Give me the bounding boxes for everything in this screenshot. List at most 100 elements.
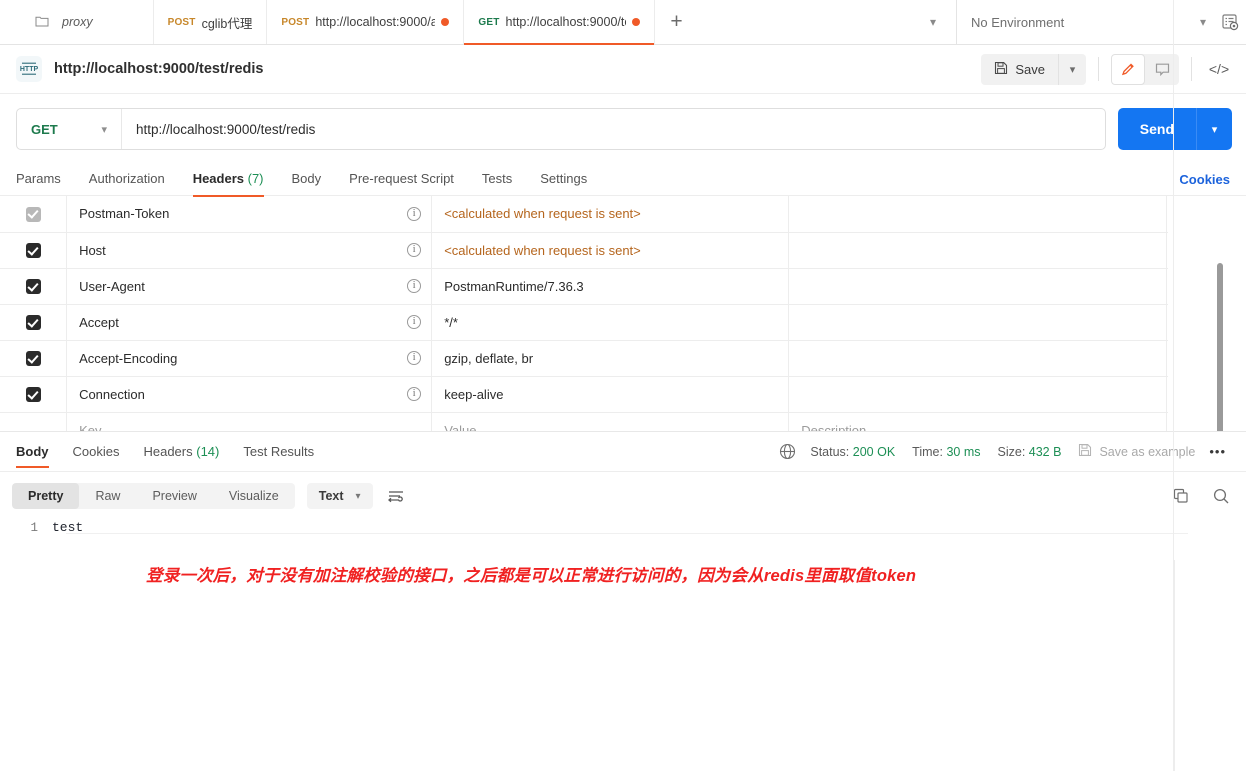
response-tab-test-results[interactable]: Test Results (243, 432, 314, 472)
info-icon[interactable]: i (407, 207, 421, 221)
save-as-example-button[interactable]: Save as example (1078, 443, 1195, 460)
table-row[interactable]: Host i <calculated when request is sent> (0, 232, 1168, 268)
row-enable-cell[interactable] (0, 304, 67, 340)
environment-selector[interactable]: No Environment ▾ (956, 0, 1246, 44)
code-icon[interactable]: </> (1204, 54, 1234, 85)
header-key-cell[interactable]: Host i (67, 232, 432, 268)
header-key-cell[interactable]: Accept-Encoding i (67, 340, 432, 376)
response-more-actions-button[interactable]: ••• (1209, 444, 1230, 459)
row-checkbox[interactable] (26, 207, 41, 222)
header-value-cell[interactable]: <calculated when request is sent> (432, 196, 789, 232)
row-enable-cell[interactable] (0, 232, 67, 268)
copy-icon[interactable] (1172, 487, 1190, 505)
info-icon[interactable]: i (407, 315, 421, 329)
info-icon[interactable]: i (407, 279, 421, 293)
tab-count: (14) (196, 444, 219, 459)
tab-request-cglib[interactable]: POST cglib代理 (154, 0, 268, 44)
send-button-group: Send ▾ (1118, 108, 1232, 150)
headers-table-scrollbar[interactable] (1217, 263, 1223, 432)
response-tab-cookies[interactable]: Cookies (73, 432, 120, 472)
header-key-cell[interactable]: User-Agent i (67, 268, 432, 304)
row-enable-cell[interactable] (0, 340, 67, 376)
save-button[interactable]: Save (981, 54, 1058, 85)
row-enable-cell[interactable] (0, 268, 67, 304)
tab-request-get-localhost[interactable]: GET http://localhost:9000/te (464, 0, 654, 44)
new-tab-button[interactable]: + (655, 0, 699, 44)
send-button[interactable]: Send (1118, 108, 1196, 150)
pencil-icon[interactable] (1111, 54, 1145, 85)
header-description-cell[interactable] (789, 196, 1168, 232)
response-format-select[interactable]: Text ▾ (307, 483, 373, 509)
new-key-input[interactable]: Key (67, 412, 432, 432)
globe-icon[interactable] (779, 443, 796, 460)
table-row-new[interactable]: Key Value Description (0, 412, 1168, 432)
row-checkbox[interactable] (26, 315, 41, 330)
header-value-cell[interactable]: gzip, deflate, br (432, 340, 789, 376)
tab-pre-request-script[interactable]: Pre-request Script (349, 164, 454, 196)
header-description-cell[interactable] (789, 340, 1168, 376)
request-url-row: GET ▾ Send ▾ (0, 94, 1246, 150)
tab-headers[interactable]: Headers (7) (193, 164, 264, 196)
header-value-cell[interactable]: PostmanRuntime/7.36.3 (432, 268, 789, 304)
tab-tests[interactable]: Tests (482, 164, 512, 196)
line-content[interactable]: test (52, 518, 1246, 538)
search-icon[interactable] (1212, 487, 1230, 505)
row-checkbox[interactable] (26, 351, 41, 366)
send-options-caret[interactable]: ▾ (1196, 108, 1232, 150)
response-tab-body[interactable]: Body (16, 432, 49, 472)
tab-settings[interactable]: Settings (540, 164, 587, 196)
response-meta: Status: 200 OK Time: 30 ms Size: 432 B (779, 443, 1230, 460)
chevron-down-icon[interactable]: ▾ (922, 15, 944, 29)
http-method-value: GET (31, 122, 101, 137)
header-description-cell[interactable] (789, 232, 1168, 268)
new-value-input[interactable]: Value (432, 412, 789, 432)
url-bar: GET ▾ (16, 108, 1106, 150)
url-input[interactable] (122, 109, 1105, 149)
table-row[interactable]: Accept-Encoding i gzip, deflate, br (0, 340, 1168, 376)
status-value: 200 OK (853, 445, 895, 459)
header-value-cell[interactable]: */* (432, 304, 789, 340)
row-checkbox[interactable] (26, 279, 41, 294)
tab-body[interactable]: Body (292, 164, 322, 196)
view-mode-raw[interactable]: Raw (79, 483, 136, 509)
header-description-cell[interactable] (789, 304, 1168, 340)
tab-collection-proxy[interactable]: proxy (0, 0, 154, 44)
row-checkbox[interactable] (26, 387, 41, 402)
tab-request-post-localhost[interactable]: POST http://localhost:9000/a (267, 0, 464, 44)
header-value-cell[interactable]: keep-alive (432, 376, 789, 412)
cookies-link[interactable]: Cookies (1179, 172, 1230, 187)
header-value-cell[interactable]: <calculated when request is sent> (432, 232, 789, 268)
view-mode-pretty[interactable]: Pretty (12, 483, 79, 509)
info-icon[interactable]: i (407, 243, 421, 257)
table-row[interactable]: Accept i */* (0, 304, 1168, 340)
row-enable-cell[interactable] (0, 376, 67, 412)
row-checkbox[interactable] (26, 243, 41, 258)
header-key-cell[interactable]: Accept i (67, 304, 432, 340)
new-description-input[interactable]: Description (789, 412, 1168, 432)
header-key-cell[interactable]: Connection i (67, 376, 432, 412)
header-description-cell[interactable] (789, 268, 1168, 304)
header-description-cell[interactable] (789, 376, 1168, 412)
view-mode-visualize[interactable]: Visualize (213, 483, 295, 509)
info-icon[interactable]: i (407, 351, 421, 365)
environment-quick-look-icon[interactable] (1220, 12, 1246, 32)
table-row[interactable]: Connection i keep-alive (0, 376, 1168, 412)
tab-params[interactable]: Params (16, 164, 61, 196)
response-tab-headers[interactable]: Headers (14) (143, 432, 219, 472)
row-enable-cell[interactable] (0, 196, 67, 232)
http-method-select[interactable]: GET ▾ (17, 109, 122, 149)
tab-authorization[interactable]: Authorization (89, 164, 165, 196)
chevron-down-icon[interactable]: ▾ (1186, 15, 1220, 29)
size-label: Size: (998, 445, 1026, 459)
view-mode-preview[interactable]: Preview (136, 483, 212, 509)
environment-name[interactable]: No Environment (971, 15, 1186, 30)
info-icon[interactable]: i (407, 387, 421, 401)
save-options-caret[interactable]: ▾ (1058, 54, 1086, 85)
table-row[interactable]: Postman-Token i <calculated when request… (0, 196, 1168, 232)
tab-label: Body (16, 444, 49, 459)
table-row[interactable]: User-Agent i PostmanRuntime/7.36.3 (0, 268, 1168, 304)
tab-bar-spacer: ▾ (699, 0, 956, 44)
header-key-cell[interactable]: Postman-Token i (67, 196, 432, 232)
view-mode-toggle (1111, 54, 1179, 85)
wrap-lines-icon[interactable] (387, 488, 405, 504)
